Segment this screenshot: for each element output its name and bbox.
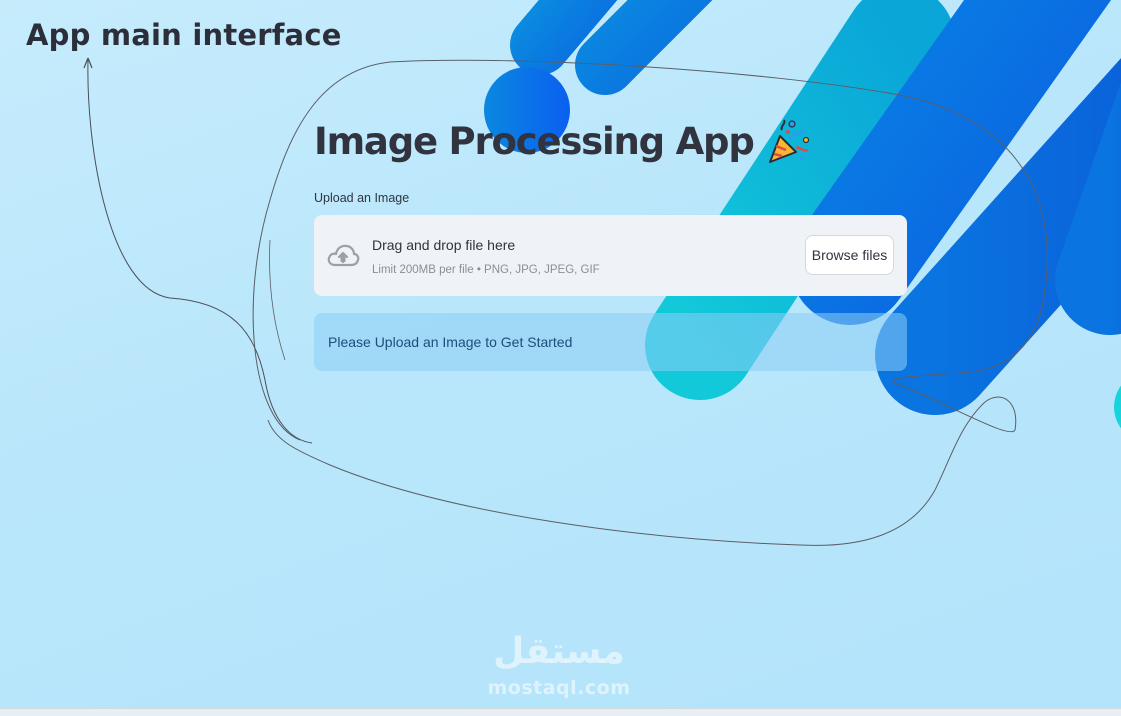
party-popper-icon (766, 118, 812, 164)
browse-files-button[interactable]: Browse files (805, 235, 894, 275)
dropzone-instruction: Drag and drop file here (372, 237, 516, 253)
info-alert: Please Upload an Image to Get Started (314, 313, 907, 371)
bottom-bar (0, 708, 1121, 716)
page-title-text: Image Processing App (314, 119, 755, 163)
annotation-label: App main interface (26, 18, 342, 52)
file-dropzone[interactable]: Drag and drop file here Limit 200MB per … (314, 215, 907, 296)
watermark-logo: مستقل (493, 631, 625, 672)
watermark-url: mostaql.com (487, 677, 631, 699)
page-title: Image Processing App (314, 118, 812, 164)
info-message: Please Upload an Image to Get Started (328, 334, 573, 350)
cloud-upload-icon (326, 239, 360, 273)
upload-label: Upload an Image (314, 191, 410, 205)
dropzone-limit-text: Limit 200MB per file • PNG, JPG, JPEG, G… (372, 264, 600, 276)
